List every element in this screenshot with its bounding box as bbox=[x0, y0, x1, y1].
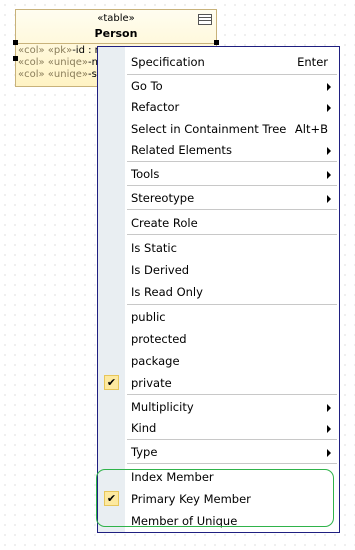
menu-item-package[interactable]: package bbox=[98, 351, 339, 371]
checkmark-icon: ✔ bbox=[104, 375, 119, 390]
menu-item-label: Create Role bbox=[131, 216, 198, 230]
menu-item-type[interactable]: Type bbox=[98, 442, 339, 462]
menu-divider bbox=[127, 161, 337, 162]
menu-item-public[interactable]: public bbox=[98, 307, 339, 327]
menu-item-go-to[interactable]: Go To bbox=[98, 76, 339, 96]
menu-item-label: Is Derived bbox=[131, 263, 190, 277]
menu-item-create-role[interactable]: Create Role bbox=[98, 213, 339, 233]
menu-item-private[interactable]: ✔ private bbox=[98, 373, 339, 393]
menu-item-label: Related Elements bbox=[131, 143, 232, 157]
table-icon bbox=[198, 14, 212, 25]
submenu-arrow-icon bbox=[327, 195, 331, 203]
menu-item-multiplicity[interactable]: Multiplicity bbox=[98, 397, 339, 417]
menu-item-is-read-only[interactable]: Is Read Only bbox=[98, 282, 339, 302]
menu-item-is-static[interactable]: Is Static bbox=[98, 238, 339, 258]
highlight-outline bbox=[96, 469, 334, 527]
element-divider bbox=[16, 43, 216, 44]
menu-item-label: Specification bbox=[131, 55, 205, 69]
resize-handle[interactable] bbox=[13, 56, 18, 61]
menu-item-refactor[interactable]: Refactor bbox=[98, 97, 339, 117]
menu-item-label: Tools bbox=[131, 167, 160, 181]
menu-item-shortcut: Enter bbox=[297, 55, 328, 69]
submenu-arrow-icon bbox=[327, 104, 331, 112]
menu-item-tools[interactable]: Tools bbox=[98, 164, 339, 184]
context-menu: Specification Enter Go To Refactor Selec… bbox=[97, 46, 340, 533]
attribute-stereotype: «col» «pk» bbox=[18, 45, 73, 56]
submenu-arrow-icon bbox=[327, 425, 331, 433]
menu-item-kind[interactable]: Kind bbox=[98, 418, 339, 438]
attribute-row[interactable]: «col» «uniqe»-na bbox=[18, 57, 104, 69]
menu-item-shortcut: Alt+B bbox=[294, 122, 328, 136]
submenu-arrow-icon bbox=[327, 171, 331, 179]
attribute-stereotype: «col» «uniqe» bbox=[18, 57, 88, 68]
menu-item-label: Refactor bbox=[131, 100, 180, 114]
menu-item-stereotype[interactable]: Stereotype bbox=[98, 188, 339, 208]
submenu-arrow-icon bbox=[327, 449, 331, 457]
submenu-arrow-icon bbox=[327, 404, 331, 412]
menu-item-select-in-containment-tree[interactable]: Select in Containment Tree Alt+B bbox=[98, 119, 339, 139]
menu-divider bbox=[127, 439, 337, 440]
menu-item-label: Is Read Only bbox=[131, 285, 203, 299]
menu-item-label: private bbox=[131, 376, 172, 390]
menu-item-label: Stereotype bbox=[131, 191, 195, 205]
menu-divider bbox=[127, 74, 337, 75]
menu-item-specification[interactable]: Specification Enter bbox=[98, 52, 339, 72]
attribute-row[interactable]: «col» «uniqe»-su bbox=[18, 69, 104, 81]
menu-item-label: Go To bbox=[131, 79, 163, 93]
attribute-row[interactable]: «col» «pk»-id : n bbox=[18, 45, 104, 57]
menu-divider bbox=[127, 463, 337, 464]
attribute-stereotype: «col» «uniqe» bbox=[18, 69, 88, 80]
resize-handle[interactable] bbox=[13, 40, 18, 45]
menu-item-label: Kind bbox=[131, 421, 157, 435]
menu-divider bbox=[127, 185, 337, 186]
attribute-list: «col» «pk»-id : n «col» «uniqe»-na «col»… bbox=[18, 45, 104, 81]
menu-item-label: public bbox=[131, 310, 166, 324]
menu-item-label: Type bbox=[131, 445, 158, 459]
menu-divider bbox=[127, 209, 337, 210]
resize-handle[interactable] bbox=[214, 40, 219, 45]
menu-divider bbox=[127, 304, 337, 305]
menu-item-related-elements[interactable]: Related Elements bbox=[98, 140, 339, 160]
menu-item-is-derived[interactable]: Is Derived bbox=[98, 260, 339, 280]
menu-item-label: Select in Containment Tree bbox=[131, 122, 287, 136]
menu-item-protected[interactable]: protected bbox=[98, 329, 339, 349]
submenu-arrow-icon bbox=[327, 147, 331, 155]
element-stereotype: «table» bbox=[97, 13, 135, 24]
menu-item-label: protected bbox=[131, 332, 187, 346]
menu-item-label: Is Static bbox=[131, 241, 177, 255]
menu-item-label: package bbox=[131, 354, 180, 368]
menu-item-label: Multiplicity bbox=[131, 400, 194, 414]
menu-divider bbox=[127, 394, 337, 395]
menu-divider bbox=[127, 234, 337, 235]
submenu-arrow-icon bbox=[327, 83, 331, 91]
element-name: Person bbox=[94, 27, 138, 40]
